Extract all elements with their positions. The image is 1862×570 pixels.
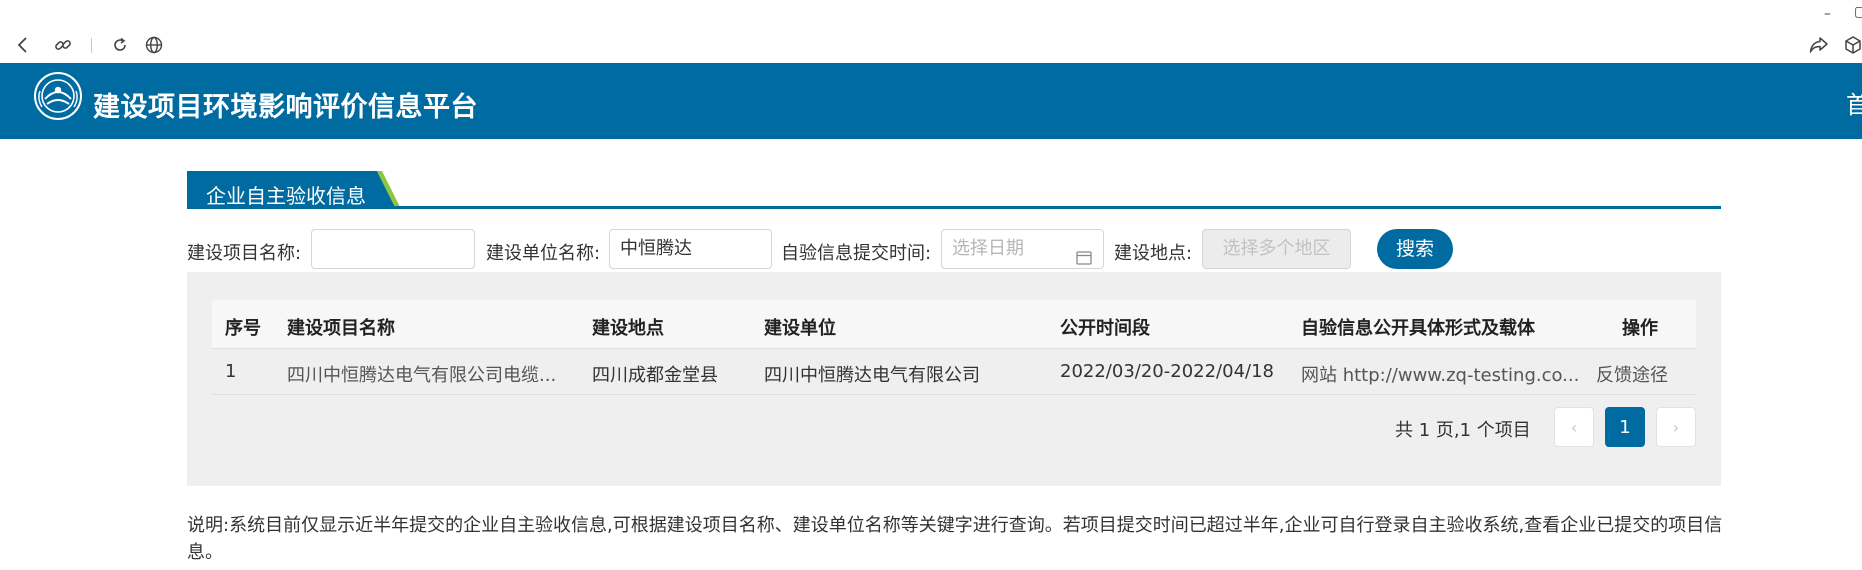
back-icon[interactable] [10, 32, 36, 58]
unit-name-input[interactable]: 中恒腾达 [609, 229, 772, 269]
date-picker-input[interactable]: 选择日期 [941, 229, 1104, 269]
unit-name-label: 建设单位名称: [486, 243, 601, 264]
cell-carrier[interactable]: 网站 http://www.zq-testing.co... [1301, 361, 1579, 387]
reload-icon[interactable] [107, 32, 133, 58]
col-header-project: 建设项目名称 [287, 318, 395, 339]
page-1-button[interactable]: 1 [1605, 407, 1645, 447]
pagination-info: 共 1 页,1 个项目 [1395, 420, 1531, 441]
toolbar-divider [91, 38, 92, 53]
nav-home-link[interactable]: 首 [1846, 85, 1862, 120]
feedback-link[interactable]: 反馈途径 [1596, 361, 1668, 387]
project-name-label: 建设项目名称: [187, 243, 302, 264]
share-icon[interactable] [1806, 32, 1832, 58]
link-icon[interactable] [50, 32, 76, 58]
globe-icon[interactable] [141, 32, 167, 58]
site-title: 建设项目环境影响评价信息平台 [93, 92, 478, 123]
site-header: 建设项目环境影响评价信息平台 首 [0, 63, 1862, 139]
date-placeholder: 选择日期 [952, 238, 1024, 259]
col-header-unit: 建设单位 [764, 318, 836, 339]
col-header-action: 操作 [1622, 318, 1658, 339]
region-select[interactable]: 选择多个地区 [1202, 229, 1351, 269]
location-label: 建设地点: [1114, 243, 1193, 264]
next-page-button[interactable]: › [1656, 407, 1696, 447]
description-note: 说明:系统目前仅显示近半年提交的企业自主验收信息,可根据建设项目名称、建设单位名… [187, 515, 1723, 563]
ministry-emblem-icon[interactable] [33, 71, 83, 121]
cell-period: 2022/03/20-2022/04/18 [1060, 361, 1274, 382]
col-header-period: 公开时间段 [1060, 318, 1150, 339]
cell-location: 四川成都金堂县 [592, 365, 718, 386]
table-row[interactable]: 1 四川中恒腾达电气有限公司电缆... 四川成都金堂县 四川中恒腾达电气有限公司… [212, 348, 1696, 395]
results-panel: 序号 建设项目名称 建设地点 建设单位 公开时间段 自验信息公开具体形式及载体 … [187, 272, 1721, 486]
col-header-location: 建设地点 [592, 318, 664, 339]
prev-page-button[interactable]: ‹ [1554, 407, 1594, 447]
table-header: 序号 建设项目名称 建设地点 建设单位 公开时间段 自验信息公开具体形式及载体 … [212, 300, 1696, 349]
browser-toolbar: – ▢ [0, 0, 1862, 63]
minimize-icon[interactable]: – [1824, 6, 1831, 22]
section-title: 企业自主验收信息 [206, 184, 366, 208]
maximize-icon[interactable]: ▢ [1854, 4, 1862, 20]
col-header-carrier: 自验信息公开具体形式及载体 [1301, 318, 1535, 339]
cell-unit: 四川中恒腾达电气有限公司 [764, 365, 980, 386]
extension-cube-icon[interactable] [1840, 32, 1862, 58]
submit-time-label: 自验信息提交时间: [781, 243, 932, 264]
search-button[interactable]: 搜索 [1377, 229, 1453, 269]
col-header-index: 序号 [225, 318, 261, 339]
project-name-input[interactable] [311, 229, 475, 269]
section-divider [187, 206, 1721, 209]
cell-index: 1 [225, 361, 237, 382]
cell-project-name[interactable]: 四川中恒腾达电气有限公司电缆... [287, 361, 556, 387]
